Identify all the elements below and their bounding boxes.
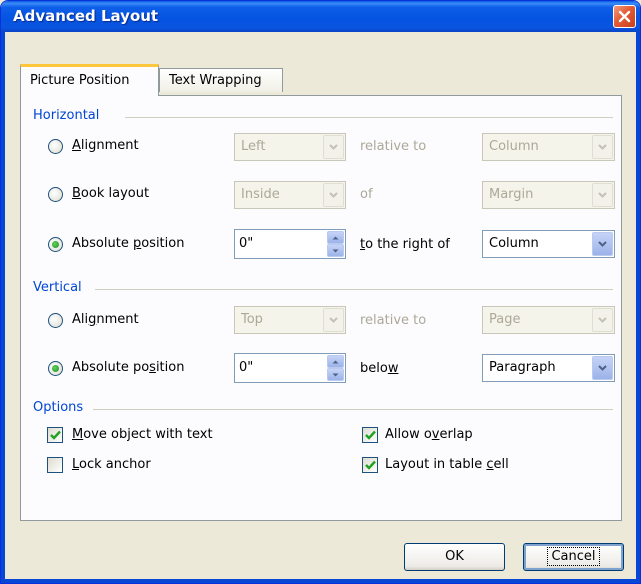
section-rule-horizontal	[125, 117, 613, 118]
horizontal-absolute-target-select[interactable]: Column	[482, 230, 615, 258]
horizontal-alignment-select[interactable]: Left	[234, 133, 346, 161]
vertical-absolute-relation: below	[360, 361, 399, 376]
chevron-down-icon	[592, 232, 613, 256]
checkbox-allow-overlap-label: Allow overlap	[385, 427, 473, 442]
chevron-down-icon	[323, 135, 344, 159]
radio-horizontal-alignment[interactable]	[48, 139, 63, 154]
chevron-down-icon	[592, 308, 613, 332]
book-layout-target-select[interactable]: Margin	[482, 181, 615, 209]
vertical-alignment-relation: relative to	[360, 313, 427, 328]
radio-horizontal-absolute-label: Absolute position	[72, 236, 185, 251]
horizontal-position-spinner[interactable]: 0"	[234, 229, 346, 259]
horizontal-absolute-relation: to the right of	[360, 237, 450, 252]
checkbox-layout-in-table-label: Layout in table cell	[385, 457, 509, 472]
vertical-absolute-target-select[interactable]: Paragraph	[482, 354, 615, 382]
radio-book-layout-label: Book layout	[72, 186, 150, 201]
panel-content: Horizontal Alignment Left relative to Co…	[1, 1, 640, 583]
checkbox-layout-in-table[interactable]	[362, 457, 378, 473]
checkbox-lock-anchor-label: Lock anchor	[72, 457, 151, 472]
vertical-alignment-select[interactable]: Top	[234, 306, 346, 334]
horizontal-alignment-relation: relative to	[360, 139, 427, 154]
book-layout-select[interactable]: Inside	[234, 181, 346, 209]
vertical-position-spinner[interactable]: 0"	[234, 353, 346, 383]
spin-arrows-icon[interactable]	[327, 231, 344, 257]
vertical-alignment-target-select[interactable]: Page	[482, 306, 615, 334]
checkbox-lock-anchor[interactable]	[47, 457, 63, 473]
chevron-down-icon	[592, 356, 613, 380]
chevron-down-icon	[323, 308, 344, 332]
check-icon	[364, 460, 376, 470]
chevron-down-icon	[592, 183, 613, 207]
radio-vertical-absolute[interactable]	[48, 361, 63, 376]
check-icon	[49, 430, 61, 440]
radio-horizontal-absolute[interactable]	[48, 237, 63, 252]
chevron-down-icon	[323, 183, 344, 207]
book-layout-relation: of	[360, 187, 373, 202]
horizontal-alignment-target-select[interactable]: Column	[482, 133, 615, 161]
section-horizontal: Horizontal	[33, 108, 100, 123]
section-rule-vertical	[95, 289, 613, 290]
section-vertical: Vertical	[33, 280, 82, 295]
radio-horizontal-alignment-label: Alignment	[72, 138, 139, 153]
advanced-layout-dialog: Advanced Layout Picture Position Text Wr…	[0, 0, 641, 584]
section-rule-options	[93, 409, 613, 410]
checkbox-allow-overlap[interactable]	[362, 427, 378, 443]
checkbox-move-object[interactable]	[47, 427, 63, 443]
radio-vertical-absolute-label: Absolute position	[72, 360, 185, 375]
radio-vertical-alignment-label: Alignment	[72, 312, 139, 327]
cancel-button[interactable]: Cancel	[523, 543, 624, 571]
ok-button[interactable]: OK	[404, 543, 505, 571]
spin-arrows-icon[interactable]	[327, 355, 344, 381]
section-options: Options	[33, 400, 84, 415]
checkbox-move-object-label: Move object with text	[72, 427, 213, 442]
check-icon	[364, 430, 376, 440]
radio-vertical-alignment[interactable]	[48, 313, 63, 328]
radio-book-layout[interactable]	[48, 187, 63, 202]
chevron-down-icon	[592, 135, 613, 159]
